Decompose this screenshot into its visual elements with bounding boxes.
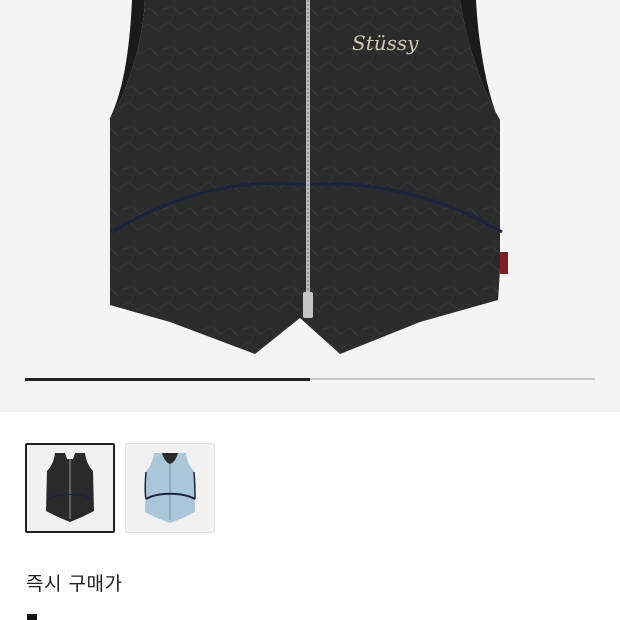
gallery-progress-fill: [25, 377, 310, 381]
stussy-logo: Stüssy: [352, 31, 419, 55]
vest-thumbnail-icon: [46, 453, 94, 522]
vest-thumbnail-icon: [144, 453, 196, 523]
side-tab: [500, 252, 508, 274]
instant-buy-price-label: 즉시 구매가: [26, 573, 123, 595]
gallery-progress-track: [25, 377, 595, 381]
thumbnail-light-blue-vest[interactable]: [125, 443, 215, 533]
thumbnail-black-vest[interactable]: [25, 443, 115, 533]
price-value-partial: [27, 614, 37, 620]
product-photo-black-vest: Stüssy: [110, 0, 508, 354]
zipper-pull: [303, 292, 313, 318]
product-image-carousel[interactable]: Stüssy: [0, 0, 620, 412]
